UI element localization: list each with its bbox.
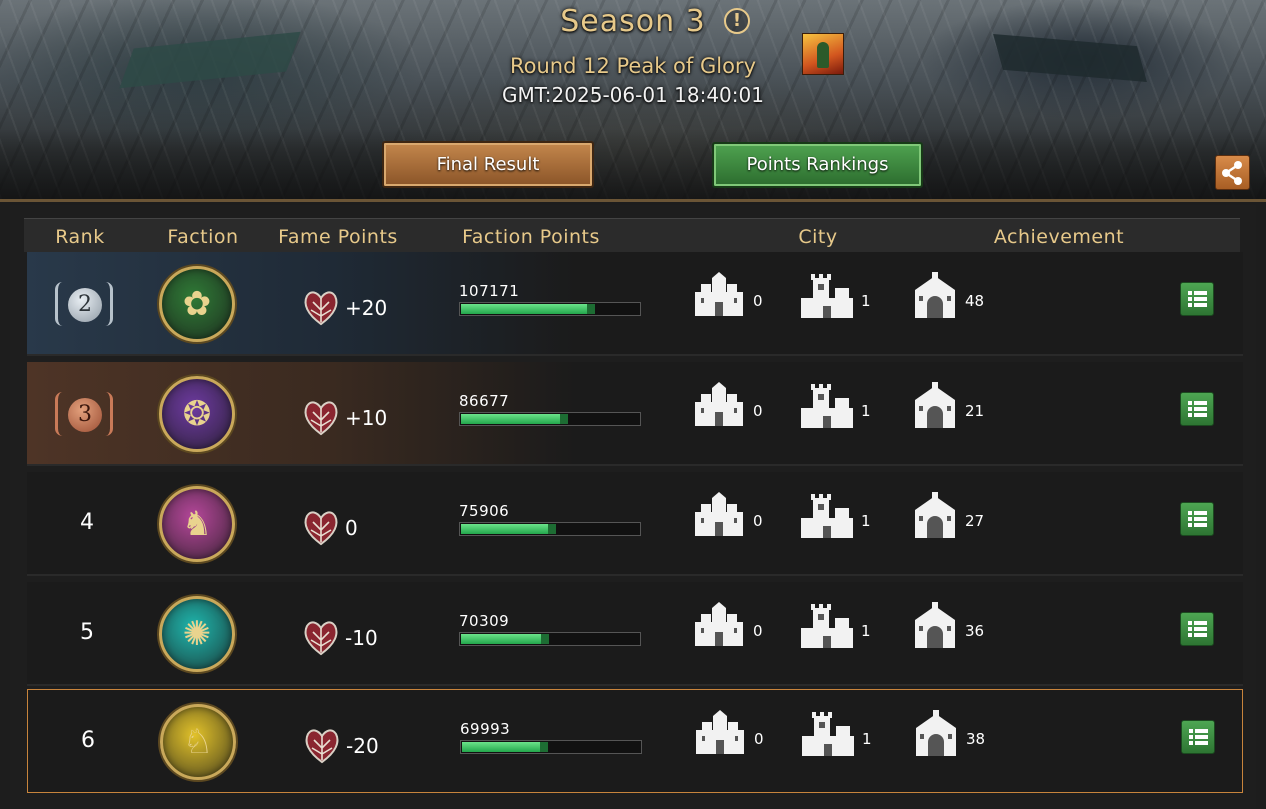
list-icon	[1181, 621, 1213, 649]
fortress-city-count: 1	[862, 730, 872, 748]
final-result-button[interactable]: Final Result	[382, 141, 594, 188]
list-icon	[1181, 291, 1213, 319]
faction-points-progress-bar	[459, 632, 641, 646]
capital-city-count: 21	[965, 402, 985, 420]
table-row[interactable]: 5 ✺ -10 70309 0 1 36	[27, 582, 1243, 686]
small-city-icon	[691, 382, 747, 430]
gmt-timestamp: GMT:2025-06-01 18:40:01	[502, 83, 764, 107]
fortress-city-count: 1	[861, 402, 871, 420]
small-city-icon	[692, 710, 748, 758]
details-list-button[interactable]	[1180, 612, 1214, 646]
small-city-icon	[691, 492, 747, 540]
capital-city-icon	[907, 272, 963, 320]
list-icon	[1181, 401, 1213, 429]
kraken-sigil-icon[interactable]: ✺	[159, 596, 235, 672]
column-header-rank: Rank	[55, 226, 105, 248]
rose-sigil-icon[interactable]: ✿	[159, 266, 235, 342]
fame-points-value: +10	[345, 406, 388, 430]
fame-points-value: 0	[345, 516, 358, 540]
small-city-icon	[691, 272, 747, 320]
fortress-city-icon	[799, 382, 855, 430]
fortress-city-icon	[799, 602, 855, 650]
fame-points-value: -20	[346, 734, 379, 758]
rank-value: 3	[68, 398, 102, 432]
fame-points-icon	[301, 618, 341, 656]
capital-city-count: 27	[965, 512, 985, 530]
column-header-achievement: Achievement	[993, 226, 1125, 248]
rank-value: 5	[80, 620, 94, 645]
list-icon	[1181, 511, 1213, 539]
season-title: Season 3	[560, 4, 706, 39]
points-rankings-button[interactable]: Points Rankings	[712, 142, 923, 188]
fame-points-icon	[301, 288, 341, 326]
capital-city-icon	[907, 602, 963, 650]
rank-medal-icon: 3	[55, 388, 113, 440]
table-row[interactable]: 3 ❂ +10 86677 0 1 21	[27, 362, 1243, 466]
wolf-sigil-icon[interactable]: ♘	[160, 704, 236, 780]
rank-value: 6	[81, 728, 95, 753]
faction-points-value: 75906	[459, 502, 510, 520]
info-alert-icon[interactable]: !	[724, 8, 750, 34]
share-button[interactable]	[1215, 155, 1250, 190]
faction-points-value: 107171	[459, 282, 520, 300]
small-city-count: 0	[753, 512, 763, 530]
details-list-button[interactable]	[1181, 720, 1215, 754]
dragon-sigil-icon[interactable]: ❂	[159, 376, 235, 452]
fame-points-icon	[301, 398, 341, 436]
table-row[interactable]: 2 ✿ +20 107171 0 1 48	[27, 252, 1243, 356]
column-header-fame-points: Fame Points	[278, 226, 398, 248]
fortress-city-count: 1	[861, 292, 871, 310]
column-header-faction-points: Faction Points	[462, 226, 600, 248]
small-city-count: 0	[754, 730, 764, 748]
small-city-icon	[691, 602, 747, 650]
share-icon	[1222, 161, 1242, 185]
fortress-city-icon	[799, 272, 855, 320]
fame-points-value: -10	[345, 626, 378, 650]
fame-points-icon	[301, 508, 341, 546]
table-row[interactable]: 6 ♘ -20 69993 0 1 38	[27, 689, 1243, 793]
small-city-count: 0	[753, 622, 763, 640]
faction-points-progress-bar	[460, 740, 642, 754]
fame-points-value: +20	[345, 296, 388, 320]
details-list-button[interactable]	[1180, 502, 1214, 536]
fame-points-icon	[302, 726, 342, 764]
fortress-city-icon	[799, 492, 855, 540]
rank-medal-icon: 2	[55, 278, 113, 330]
list-icon	[1182, 729, 1214, 757]
capital-city-count: 38	[966, 730, 986, 748]
faction-points-progress-bar	[459, 302, 641, 316]
small-city-count: 0	[753, 292, 763, 310]
fortress-city-icon	[800, 710, 856, 758]
details-list-button[interactable]	[1180, 282, 1214, 316]
capital-city-count: 36	[965, 622, 985, 640]
round-title: Round 12 Peak of Glory	[510, 54, 756, 78]
faction-points-value: 70309	[459, 612, 510, 630]
capital-city-icon	[907, 492, 963, 540]
column-header-city: City	[798, 226, 838, 248]
round-emblem-icon	[802, 33, 844, 75]
column-header-faction: Faction	[167, 226, 239, 248]
faction-points-progress-bar	[459, 412, 641, 426]
fortress-city-count: 1	[861, 622, 871, 640]
details-list-button[interactable]	[1180, 392, 1214, 426]
rank-value: 2	[68, 288, 102, 322]
stag-sigil-icon[interactable]: ♞	[159, 486, 235, 562]
capital-city-count: 48	[965, 292, 985, 310]
faction-points-value: 69993	[460, 720, 511, 738]
capital-city-icon	[908, 710, 964, 758]
faction-points-progress-bar	[459, 522, 641, 536]
fortress-city-count: 1	[861, 512, 871, 530]
table-row[interactable]: 4 ♞ 0 75906 0 1 27	[27, 472, 1243, 576]
capital-city-icon	[907, 382, 963, 430]
small-city-count: 0	[753, 402, 763, 420]
rank-value: 4	[80, 510, 94, 535]
faction-points-value: 86677	[459, 392, 510, 410]
